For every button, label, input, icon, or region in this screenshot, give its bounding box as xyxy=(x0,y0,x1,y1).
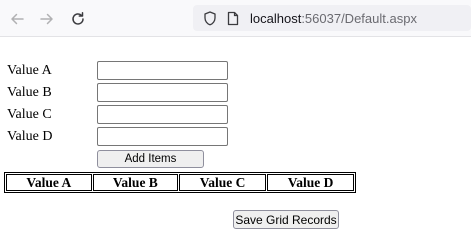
grid-header-value-c: Value C xyxy=(179,174,267,191)
records-grid: Value A Value B Value C Value D xyxy=(4,172,356,193)
label-value-c: Value C xyxy=(7,107,52,122)
forward-arrow-icon[interactable] xyxy=(36,8,58,30)
address-bar[interactable]: localhost:56037/Default.aspx xyxy=(193,5,471,31)
label-value-b: Value B xyxy=(7,85,52,100)
save-grid-records-button[interactable]: Save Grid Records xyxy=(233,210,339,229)
grid-header-value-a: Value A xyxy=(6,174,92,191)
shield-icon[interactable] xyxy=(202,10,218,26)
value-d-input[interactable] xyxy=(97,127,228,146)
value-c-input[interactable] xyxy=(97,105,228,124)
label-value-a: Value A xyxy=(7,63,52,78)
reload-icon[interactable] xyxy=(67,8,89,30)
add-items-button[interactable]: Add Items xyxy=(97,150,204,168)
grid-header-value-b: Value B xyxy=(92,174,179,191)
page-icon[interactable] xyxy=(225,10,241,26)
label-value-d: Value D xyxy=(7,129,53,144)
url-path: :56037/Default.aspx xyxy=(301,10,417,26)
value-b-input[interactable] xyxy=(97,83,228,102)
grid-header-value-d: Value D xyxy=(267,174,354,191)
back-arrow-icon[interactable] xyxy=(6,8,28,30)
value-a-input[interactable] xyxy=(97,61,228,80)
browser-toolbar: localhost:56037/Default.aspx xyxy=(0,0,471,37)
grid-header-row: Value A Value B Value C Value D xyxy=(6,174,354,191)
url-text[interactable]: localhost:56037/Default.aspx xyxy=(250,11,417,26)
url-host: localhost xyxy=(250,10,302,26)
